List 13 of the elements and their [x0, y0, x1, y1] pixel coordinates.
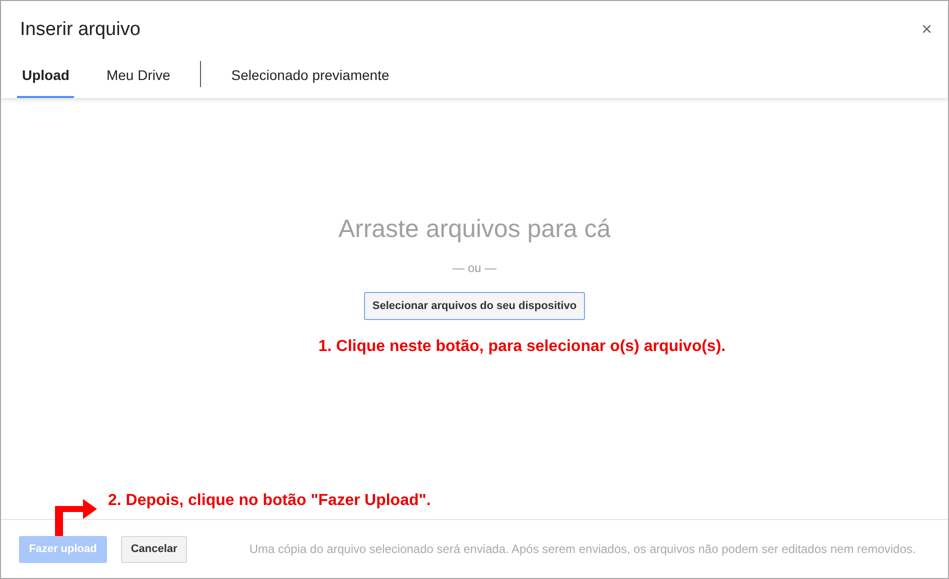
arrow-icon: [53, 496, 99, 536]
tab[interactable]: Upload: [17, 57, 74, 98]
tab[interactable]: Selecionado previamente: [226, 57, 394, 98]
select-files-button[interactable]: Selecionar arquivos do seu dispositivo: [364, 292, 585, 320]
annotation-text: 2. Depois, clique no botão "Fazer Upload".: [108, 492, 431, 509]
annotation-text: 1. Clique neste botão, para selecionar o(s) arquivo(s).: [318, 338, 726, 356]
tab[interactable]: Meu Drive: [101, 57, 176, 98]
cancel-button[interactable]: Cancelar: [120, 536, 188, 562]
footer-note: Uma cópia do arquivo selecionado será enviada. Após serem enviados, os arquivos não podem ser editados nem removidos.: [249, 542, 916, 556]
separator-text: — ou —: [452, 261, 496, 275]
dialog-title: Inserir arquivo: [19, 18, 140, 41]
drop-heading: Arraste arquivos para cá: [338, 215, 611, 244]
close-button[interactable]: ×: [917, 18, 936, 40]
